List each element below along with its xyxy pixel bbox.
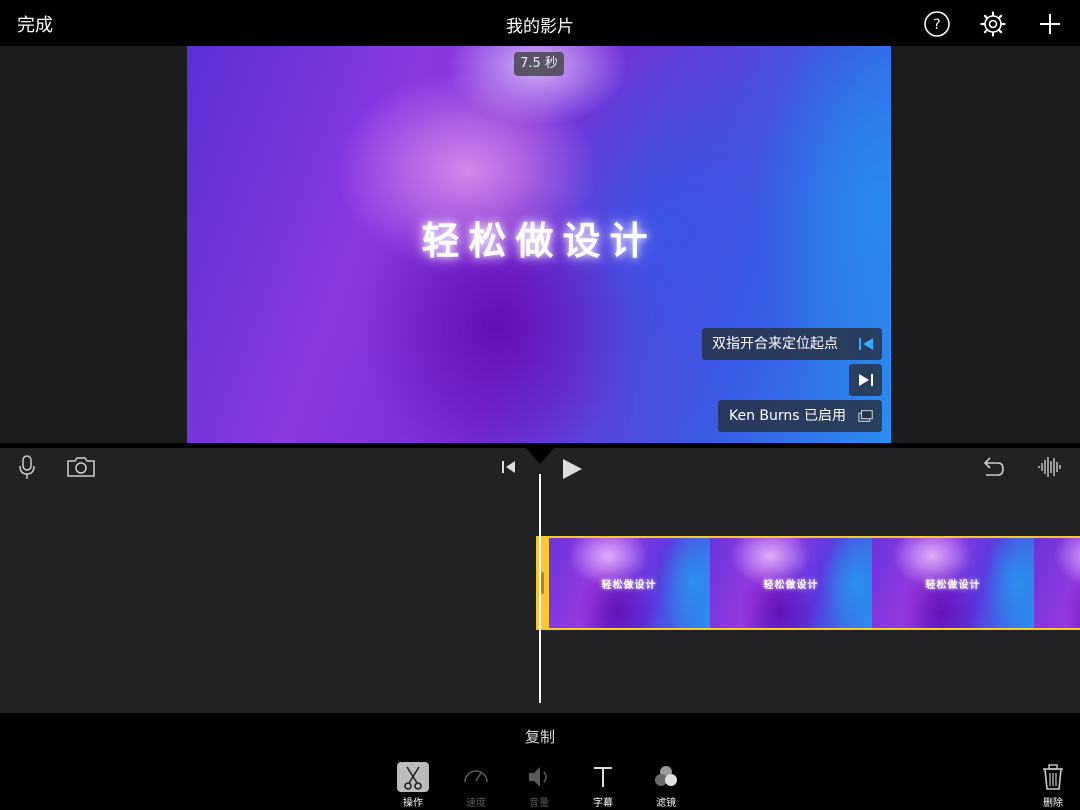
tool-volume[interactable]: 音量	[519, 762, 559, 809]
clip-frame-text: 轻松做设计	[925, 580, 981, 591]
duration-badge: 7.5 秒	[514, 52, 564, 76]
volume-icon	[529, 767, 547, 787]
camera-icon[interactable]	[66, 455, 96, 479]
clip-frame: 轻松做设计	[548, 538, 710, 628]
tool-actions-label: 操作	[403, 798, 423, 809]
settings-gear-icon[interactable]	[979, 10, 1007, 38]
tool-speed-label: 速度	[466, 798, 486, 809]
ken-burns-label: Ken Burns 已启用	[729, 408, 847, 424]
delete-button[interactable]: 删除	[1033, 762, 1073, 809]
add-icon[interactable]	[1036, 10, 1064, 38]
pinch-start-hint-label: 双指开合来定位起点	[712, 336, 838, 352]
trash-icon	[1043, 764, 1063, 790]
playhead-line	[539, 474, 541, 703]
playhead-marker	[526, 448, 554, 464]
ken-burns-icon	[858, 410, 873, 422]
text-icon	[594, 767, 612, 787]
video-clip[interactable]: 轻松做设计 轻松做设计 轻松做设计 轻松做设计	[536, 536, 1080, 630]
tool-actions[interactable]: 操作	[393, 762, 433, 809]
microphone-icon[interactable]	[17, 454, 37, 480]
audio-waveform-icon[interactable]	[1037, 455, 1063, 479]
speedometer-icon	[464, 770, 488, 783]
duplicate-button[interactable]: 复制	[0, 726, 1080, 747]
start-point-icon	[859, 338, 873, 350]
video-title-text: 轻松做设计	[421, 219, 657, 263]
pinch-start-hint-button[interactable]: 双指开合来定位起点	[702, 328, 882, 360]
tool-titles[interactable]: 字幕	[583, 762, 623, 809]
tool-volume-label: 音量	[529, 798, 549, 809]
svg-text:?: ?	[933, 17, 940, 33]
clip-frame: 轻松做设计	[872, 538, 1034, 628]
clip-frame-text: 轻松做设计	[1034, 576, 1080, 591]
clip-trim-handle[interactable]	[536, 536, 549, 630]
scissors-icon	[404, 766, 422, 790]
end-point-button[interactable]	[849, 364, 882, 396]
filter-icon	[655, 766, 677, 786]
clip-frame: 轻松做设计	[1034, 538, 1080, 628]
tool-filters-label: 滤镜	[656, 798, 676, 809]
clip-frame-text: 轻松做设计	[601, 580, 657, 591]
tool-filters[interactable]: 滤镜	[646, 762, 686, 809]
play-icon[interactable]	[560, 457, 584, 481]
clip-frame: 轻松做设计	[710, 538, 872, 628]
tool-speed[interactable]: 速度	[456, 762, 496, 809]
tool-titles-label: 字幕	[593, 798, 613, 809]
project-title: 我的影片	[506, 17, 574, 37]
undo-icon[interactable]	[980, 455, 1006, 479]
help-icon[interactable]: ?	[923, 10, 951, 38]
delete-label: 删除	[1043, 798, 1063, 809]
ken-burns-button[interactable]: Ken Burns 已启用	[718, 400, 882, 432]
skip-to-start-icon[interactable]	[500, 459, 518, 475]
end-point-icon	[859, 374, 873, 386]
clip-frame-text: 轻松做设计	[763, 580, 819, 591]
